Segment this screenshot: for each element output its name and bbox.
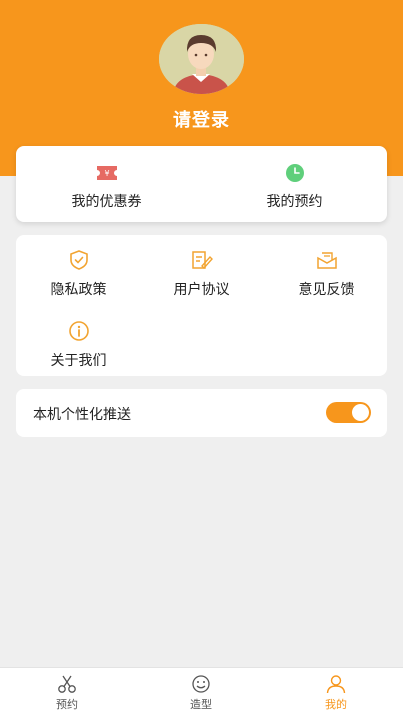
- about-us-label: 关于我们: [50, 353, 107, 369]
- user-icon: [326, 675, 346, 694]
- feedback-item[interactable]: 意见反馈: [284, 249, 369, 299]
- avatar-illustration: [159, 24, 244, 94]
- feedback-label: 意见反馈: [298, 282, 355, 298]
- smile-icon: [192, 675, 210, 693]
- tab-mine-label: 我的: [325, 698, 347, 711]
- document-edit-icon: [159, 249, 244, 275]
- tab-styling-label: 造型: [190, 698, 212, 711]
- push-toggle[interactable]: [326, 402, 371, 423]
- quick-links-card: ¥ 我的优惠券 我的预约: [16, 146, 387, 222]
- tab-appointment[interactable]: 预约: [27, 674, 107, 712]
- push-setting-row: 本机个性化推送: [16, 389, 387, 437]
- my-coupons-label: 我的优惠券: [71, 194, 142, 210]
- about-us-item[interactable]: 关于我们: [36, 320, 121, 370]
- tab-mine[interactable]: 我的: [296, 674, 376, 712]
- bottom-tab-bar: 预约 造型 我的: [0, 667, 403, 718]
- privacy-policy-label: 隐私政策: [50, 282, 107, 298]
- mail-icon: [284, 249, 369, 275]
- login-link[interactable]: 请登录: [0, 106, 403, 132]
- clock-icon: [252, 163, 337, 187]
- user-agreement-item[interactable]: 用户协议: [159, 249, 244, 299]
- menu-card: 隐私政策 用户协议 意见反馈 关于我们: [16, 235, 387, 376]
- push-setting-label: 本机个性化推送: [33, 407, 131, 423]
- tab-styling[interactable]: 造型: [161, 674, 241, 712]
- toggle-knob: [352, 404, 369, 421]
- scissors-icon: [58, 675, 76, 693]
- coupon-icon: ¥: [59, 163, 154, 187]
- privacy-policy-item[interactable]: 隐私政策: [36, 249, 121, 299]
- user-agreement-label: 用户协议: [173, 282, 230, 298]
- tab-appointment-label: 预约: [56, 698, 78, 711]
- my-appointments-button[interactable]: 我的预约: [252, 163, 337, 211]
- my-coupons-button[interactable]: ¥ 我的优惠券: [59, 163, 154, 211]
- shield-check-icon: [36, 249, 121, 275]
- avatar[interactable]: [159, 24, 244, 94]
- info-icon: [36, 320, 121, 346]
- my-appointments-label: 我的预约: [266, 194, 323, 210]
- svg-text:¥: ¥: [104, 169, 109, 178]
